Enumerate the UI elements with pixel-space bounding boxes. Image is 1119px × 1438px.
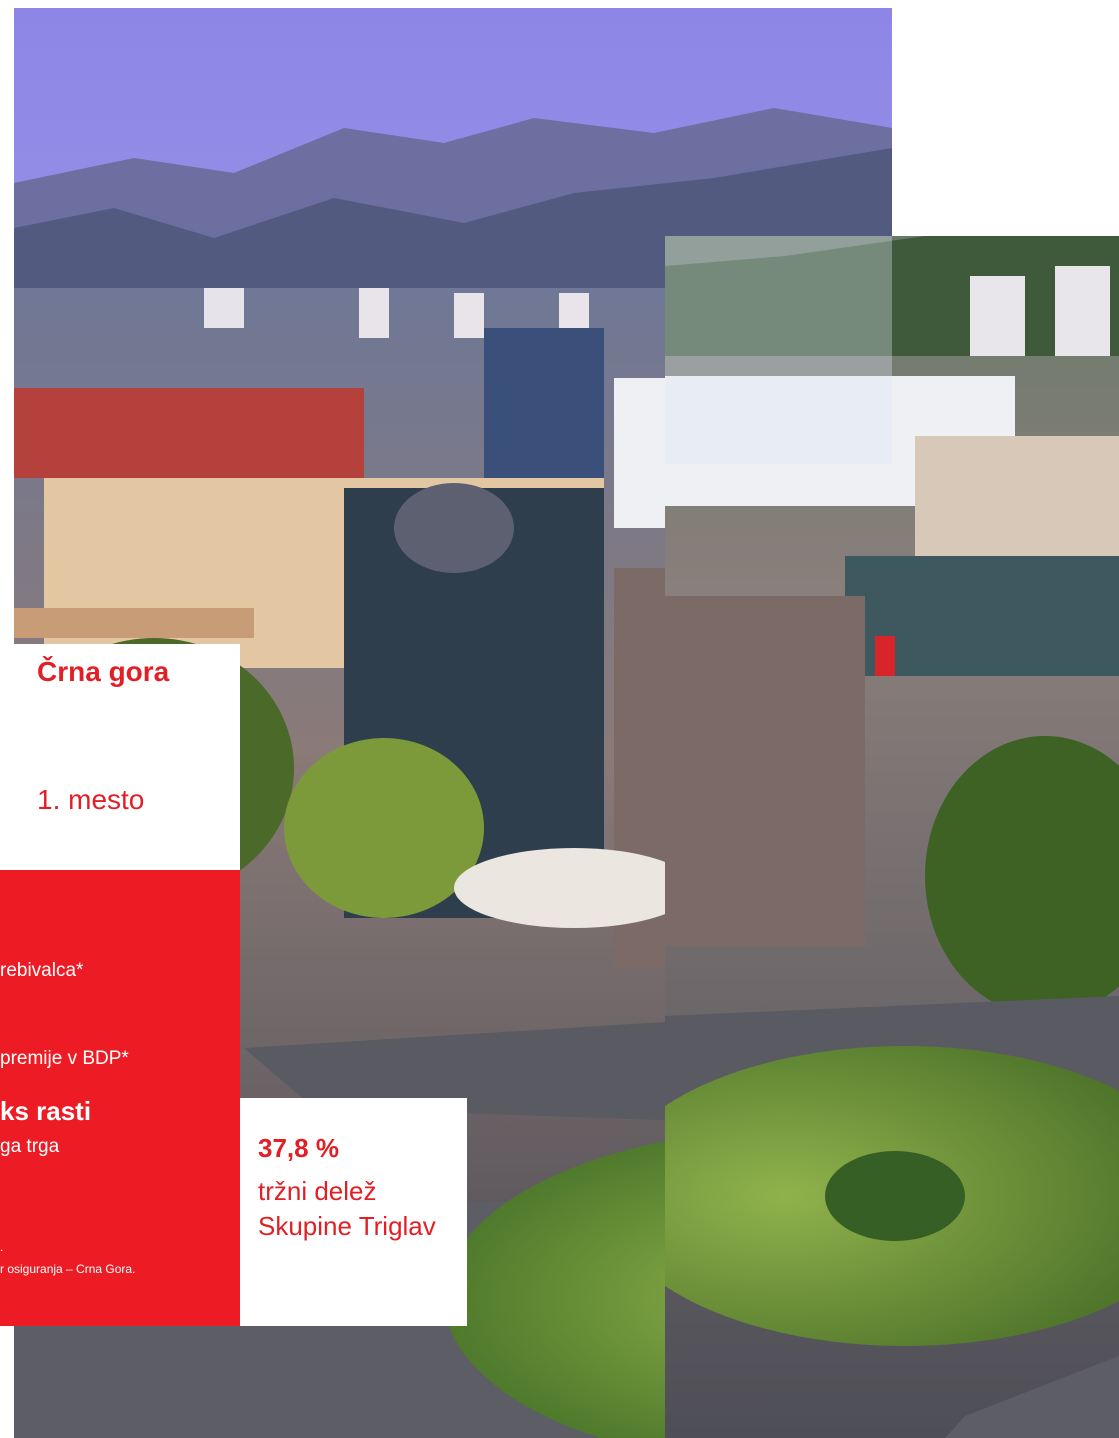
stats-line-3: ks rasti: [0, 1096, 92, 1126]
stats-line-4: ga trga: [0, 1136, 60, 1157]
stats-line-1: rebivalca*: [0, 960, 84, 981]
stats-footnote-1: .: [0, 1240, 4, 1254]
stats-footnote-2: r osiguranja – Crna Gora.: [0, 1262, 136, 1276]
translucent-overlay: [665, 236, 892, 464]
market-share-value: 37,8 %: [258, 1133, 339, 1163]
country-rank: 1. mesto: [37, 784, 145, 815]
stats-line-2: premije v BDP*: [0, 1048, 129, 1069]
market-share-label: tržni delež Skupine Triglav: [258, 1176, 436, 1241]
country-title: Črna gora: [37, 656, 170, 687]
stats-text-clip: rebivalca* premije v BDP* ks rasti ga tr…: [0, 870, 240, 1326]
